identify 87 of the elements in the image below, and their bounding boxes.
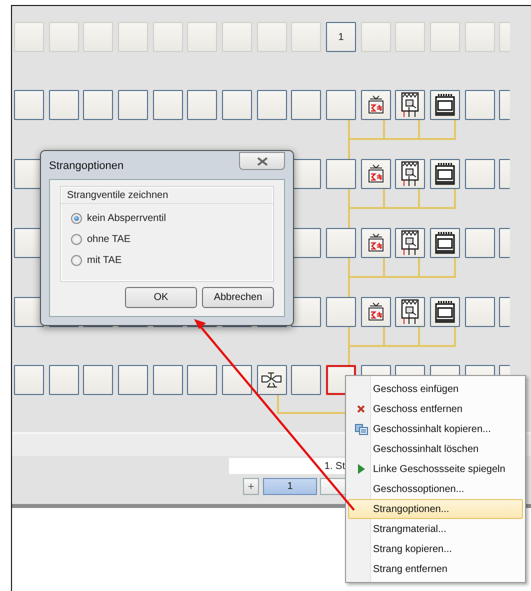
copy-icon [354,424,368,434]
grid-cell[interactable] [499,297,510,327]
grid-cell[interactable] [118,365,148,395]
radio-button[interactable] [71,213,82,224]
delete-icon [357,405,365,413]
grid-cell[interactable] [360,228,391,258]
grid-cell[interactable] [187,90,218,120]
option-label: mit TAE [87,255,122,266]
grid-cell[interactable] [395,297,426,327]
grid-cell[interactable] [464,90,495,120]
menu-item[interactable]: Geschossinhalt löschen [348,439,523,459]
grid-cell[interactable] [326,90,356,120]
grid-cell[interactable] [326,297,356,327]
heater-icon [401,230,420,256]
add-button[interactable]: + [243,478,259,495]
tank-icon [366,302,385,322]
close-icon [256,156,268,166]
grid-cell[interactable] [256,90,287,120]
oven-icon [435,301,456,323]
group-title: Strangventile zeichnen [61,187,273,204]
cancel-button[interactable]: Abbrechen [202,287,274,308]
valve-icon [260,372,283,388]
play-icon [358,464,364,474]
grid-cell[interactable] [291,365,322,395]
grid-cell[interactable] [430,159,460,189]
heater-icon [401,92,420,118]
grid-cell[interactable] [291,228,322,258]
option-label: ohne TAE [87,234,131,245]
heater-icon [401,161,420,187]
grid-cell[interactable] [48,365,79,395]
grid-cell[interactable] [222,90,252,120]
radio-button[interactable] [71,234,82,245]
grid-cell[interactable] [256,365,287,395]
floor-tab[interactable]: 1 [263,478,317,495]
grid-cell[interactable] [326,228,356,258]
grid-cell[interactable] [464,297,495,327]
tank-icon [366,95,385,115]
grid-cell[interactable] [395,228,426,258]
floor-name-field[interactable]: 1. St [229,458,347,474]
oven-icon [435,94,456,116]
grid-cell[interactable] [326,159,356,189]
menu-item[interactable]: Geschossoptionen... [348,479,523,499]
grid-cell[interactable] [14,90,44,120]
oven-icon [435,232,456,254]
grid-cell[interactable] [187,365,218,395]
menu-item[interactable]: Linke Geschossseite spiegeln [348,459,523,479]
grid-cell[interactable] [430,297,460,327]
menu-item[interactable]: Geschossinhalt kopieren... [348,419,523,439]
menu-item[interactable]: Strangmaterial... [348,519,523,539]
menu-item[interactable]: Geschoss einfügen [348,379,523,399]
tank-icon [366,164,385,184]
tank-icon [366,233,385,253]
grid-cell[interactable] [360,159,391,189]
grid-cell[interactable] [464,228,495,258]
grid-cell[interactable] [222,365,252,395]
grid-cell[interactable] [360,90,391,120]
grid-cell[interactable] [499,90,510,120]
ok-button[interactable]: OK [125,287,197,308]
menu-item[interactable]: Geschoss entfernen [348,399,523,419]
menu-item[interactable]: Strangoptionen... [348,499,523,519]
grid-cell[interactable] [430,228,460,258]
grid-cell[interactable] [48,90,79,120]
grid-cell[interactable] [360,297,391,327]
grid-cell[interactable] [395,90,426,120]
grid-cell[interactable] [152,90,183,120]
grid-cell[interactable] [83,365,114,395]
heater-icon [401,299,420,325]
radio-button[interactable] [71,255,82,266]
grid-cell[interactable] [464,159,495,189]
grid-cell[interactable] [118,90,148,120]
grid-cell[interactable] [83,90,114,120]
menu-item[interactable]: Strang entfernen [348,559,523,579]
grid-cell[interactable] [291,90,322,120]
grid-cell[interactable] [499,228,510,258]
grid-cell[interactable] [430,90,460,120]
oven-icon [435,163,456,185]
grid-cell[interactable] [395,159,426,189]
menu-item[interactable]: Strang kopieren... [348,539,523,559]
dialog-title: Strangoptionen [49,160,124,172]
grid-cell[interactable] [291,159,322,189]
grid-cell[interactable] [14,365,44,395]
close-button[interactable] [239,152,285,170]
grid-cell[interactable]: 1 [326,22,356,52]
grid-cell[interactable] [499,159,510,189]
grid-cell[interactable] [152,365,183,395]
option-label: kein Absperrventil [87,213,166,224]
grid-cell[interactable] [291,297,322,327]
